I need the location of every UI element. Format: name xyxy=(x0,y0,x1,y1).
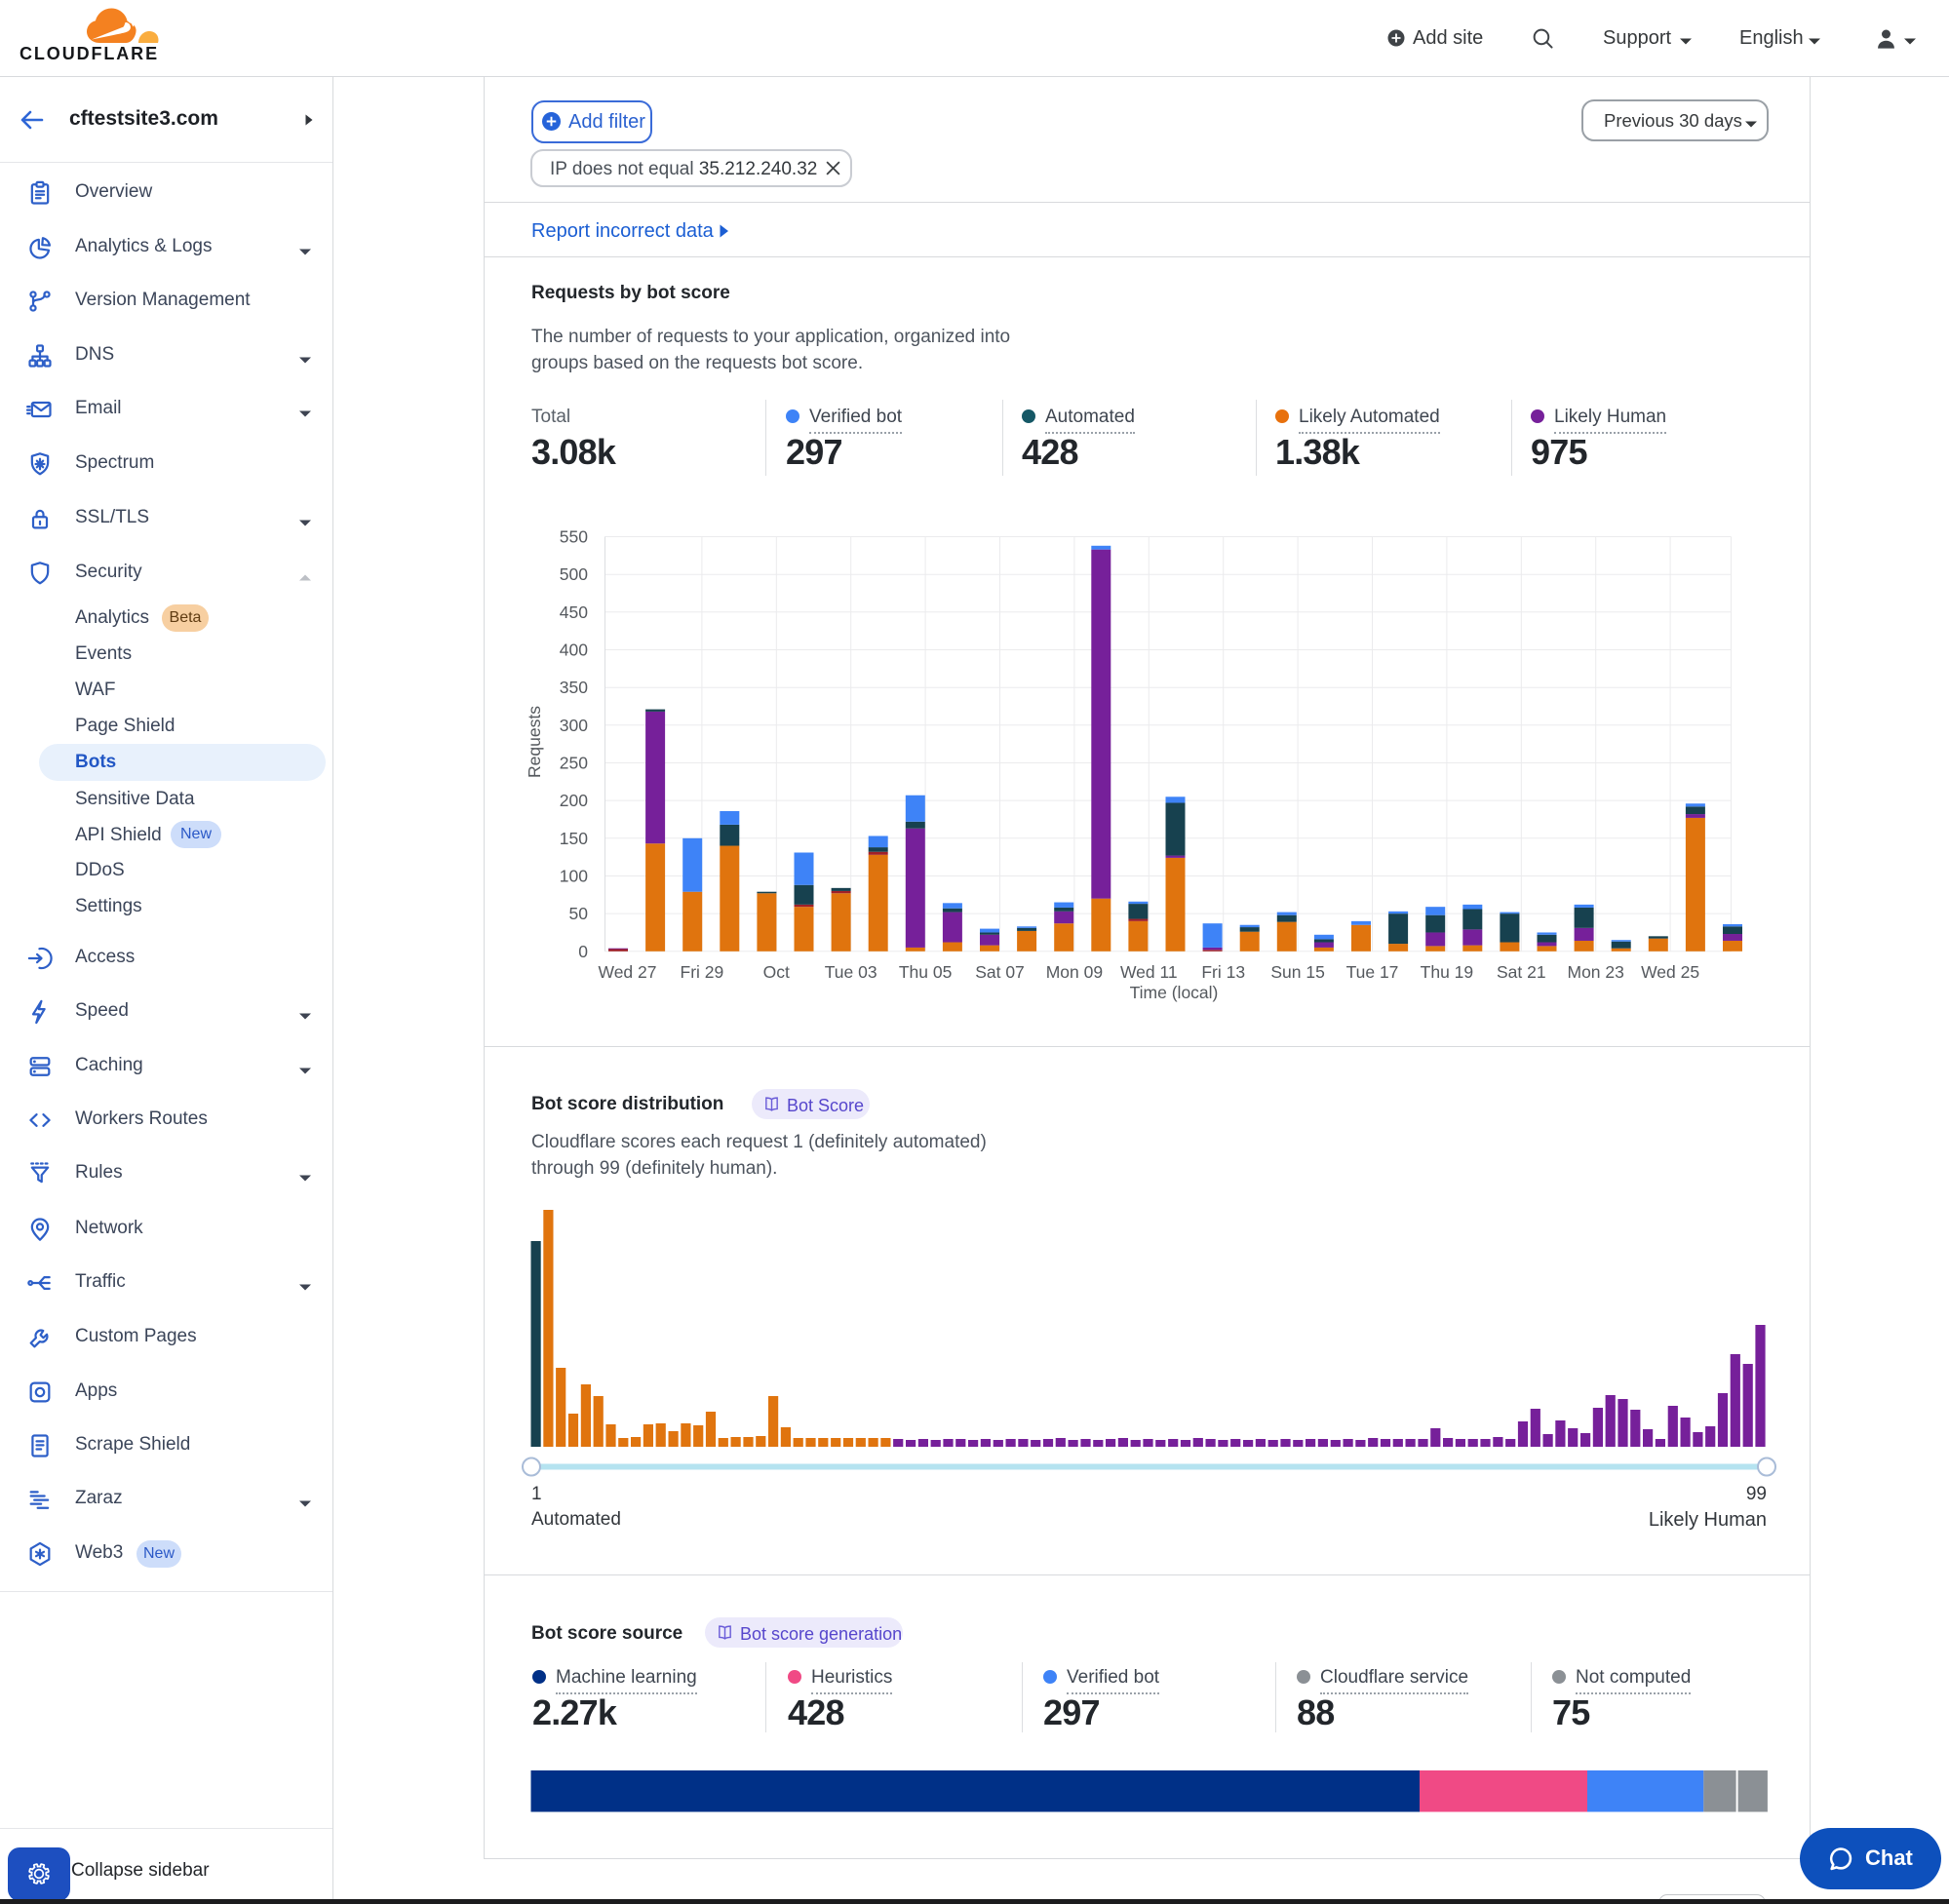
svg-text:Thu 19: Thu 19 xyxy=(1421,962,1473,982)
svg-text:200: 200 xyxy=(560,791,588,810)
svg-text:0: 0 xyxy=(578,942,588,961)
svg-text:Oct: Oct xyxy=(763,962,790,982)
svg-text:Sun 15: Sun 15 xyxy=(1270,962,1324,982)
svg-text:Thu 05: Thu 05 xyxy=(899,962,952,982)
svg-text:50: 50 xyxy=(569,904,589,923)
svg-text:100: 100 xyxy=(560,867,588,886)
svg-text:350: 350 xyxy=(560,678,588,697)
svg-text:Fri 13: Fri 13 xyxy=(1201,962,1245,982)
svg-text:Time (local): Time (local) xyxy=(1130,983,1219,1002)
svg-text:500: 500 xyxy=(560,564,588,584)
svg-text:Sat 07: Sat 07 xyxy=(975,962,1025,982)
svg-text:Tue 03: Tue 03 xyxy=(825,962,877,982)
svg-text:Wed 25: Wed 25 xyxy=(1641,962,1699,982)
svg-text:Mon 23: Mon 23 xyxy=(1568,962,1624,982)
svg-text:550: 550 xyxy=(560,527,588,547)
svg-text:Sat 21: Sat 21 xyxy=(1497,962,1546,982)
svg-text:Fri 29: Fri 29 xyxy=(681,962,724,982)
svg-text:150: 150 xyxy=(560,829,588,848)
svg-text:Mon 09: Mon 09 xyxy=(1046,962,1103,982)
svg-text:Wed 11: Wed 11 xyxy=(1120,962,1178,982)
svg-text:Requests: Requests xyxy=(525,706,544,778)
svg-text:400: 400 xyxy=(560,641,588,660)
svg-text:450: 450 xyxy=(560,602,588,622)
svg-text:Tue 17: Tue 17 xyxy=(1346,962,1399,982)
svg-text:300: 300 xyxy=(560,716,588,735)
svg-text:250: 250 xyxy=(560,754,588,773)
svg-text:Wed 27: Wed 27 xyxy=(599,962,657,982)
